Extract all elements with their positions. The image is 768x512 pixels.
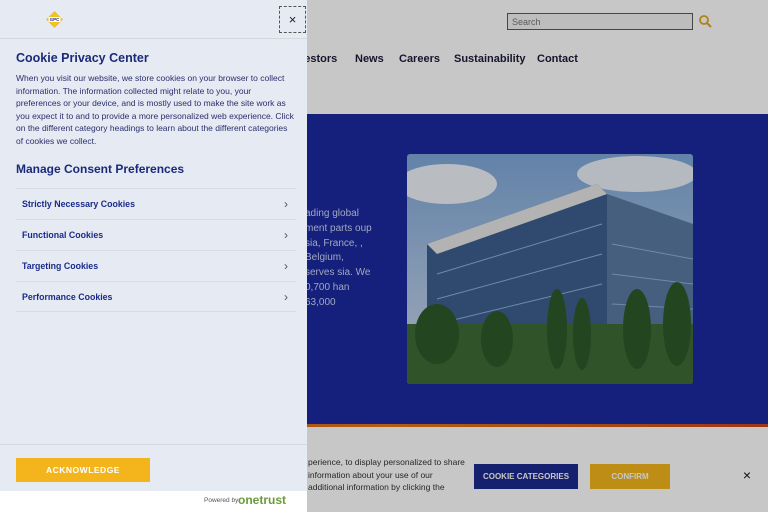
category-label: Strictly Necessary Cookies xyxy=(22,199,135,209)
footer-divider xyxy=(0,444,307,445)
manage-consent-title: Manage Consent Preferences xyxy=(16,162,185,176)
cookie-category-list: Strictly Necessary Cookies › Functional … xyxy=(16,188,296,312)
header-divider xyxy=(0,38,307,39)
category-functional[interactable]: Functional Cookies › xyxy=(16,219,296,250)
chevron-right-icon: › xyxy=(284,259,288,273)
category-targeting[interactable]: Targeting Cookies › xyxy=(16,250,296,281)
panel-description: When you visit our website, we store coo… xyxy=(16,73,294,146)
chevron-right-icon: › xyxy=(284,228,288,242)
cookie-privacy-panel: GPC × Cookie Privacy Center When you vis… xyxy=(0,0,307,512)
chevron-right-icon: › xyxy=(284,197,288,211)
close-icon: × xyxy=(288,12,297,27)
category-label: Performance Cookies xyxy=(22,291,113,302)
onetrust-logo[interactable]: onetrust xyxy=(238,493,286,507)
powered-by-text: Powered by xyxy=(204,497,239,504)
company-logo: GPC xyxy=(46,11,63,28)
category-performance[interactable]: Performance Cookies › xyxy=(16,281,296,312)
panel-title: Cookie Privacy Center xyxy=(16,51,149,65)
close-panel-button[interactable]: × xyxy=(279,6,306,33)
category-label: Targeting Cookies xyxy=(22,261,99,271)
category-strictly-necessary[interactable]: Strictly Necessary Cookies › xyxy=(16,188,296,219)
logo-text: GPC xyxy=(50,17,61,22)
chevron-right-icon: › xyxy=(284,289,288,304)
acknowledge-button[interactable]: ACKNOWLEDGE xyxy=(16,458,150,482)
category-label: Functional Cookies xyxy=(22,230,104,240)
